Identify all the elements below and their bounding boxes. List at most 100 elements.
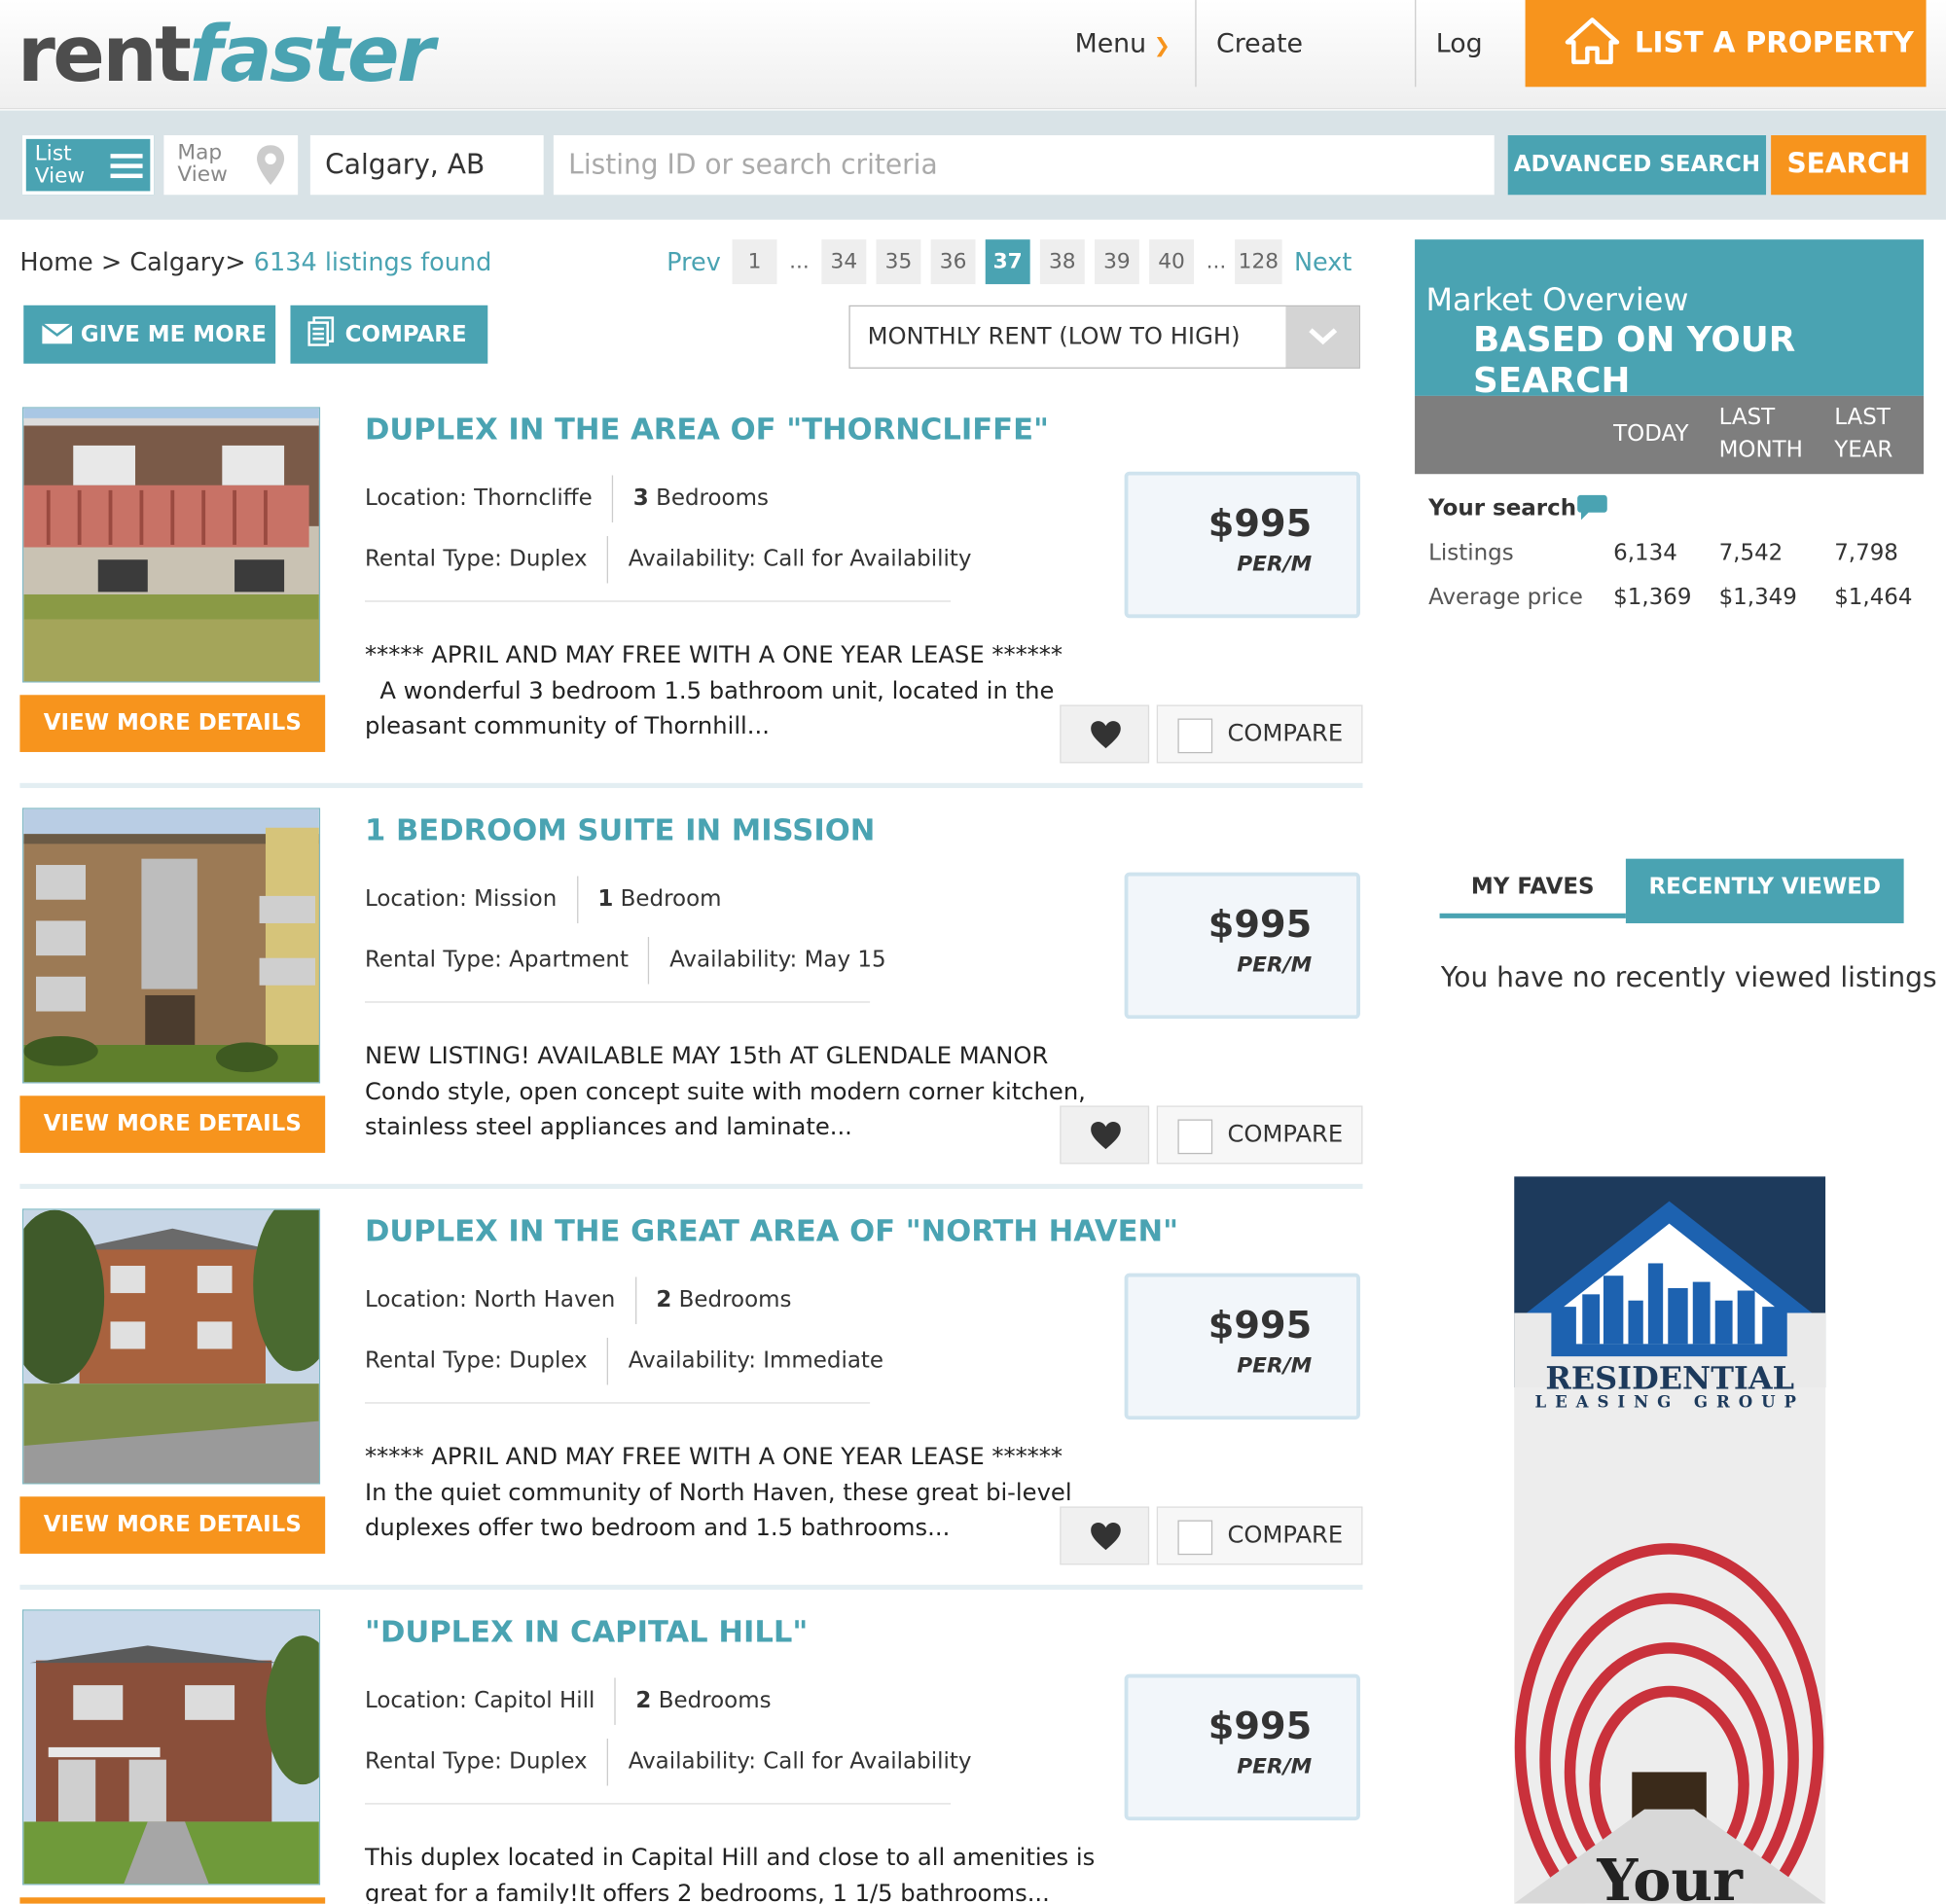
description-line: duplexes offer two bedroom and 1.5 bathr… (364, 1514, 951, 1542)
price-box: $995 PER/M (1124, 1273, 1360, 1420)
availability-label: Availability: (628, 1748, 756, 1775)
page-link[interactable]: 39 (1094, 239, 1139, 285)
login-link[interactable]: Log in (1416, 0, 1525, 145)
rental-type: Apartment (509, 947, 629, 973)
your-search-label: Your search (1428, 494, 1577, 521)
listing-photo[interactable] (21, 1609, 321, 1886)
ad-brand-sub: LEASING GROUP (1534, 1393, 1805, 1413)
market-overview-subtitle: BASED ON YOUR SEARCH (1473, 318, 1796, 401)
location-input[interactable] (309, 135, 544, 196)
market-columns-header: TODAY LAST MONTH LAST YEAR (1415, 395, 1925, 475)
average-price-last-month: $1,349 (1718, 584, 1797, 611)
listing-card: "DUPLEX IN CAPITAL HILL" Location: Capit… (19, 1609, 1362, 1904)
document-icon (307, 316, 335, 346)
compare-label: COMPARE (1227, 1120, 1344, 1148)
search-criteria-input[interactable] (553, 135, 1495, 196)
listing-photo[interactable] (21, 407, 321, 683)
compare-selected-button[interactable]: COMPARE (290, 305, 488, 364)
map-view-toggle[interactable]: Map View (163, 135, 299, 196)
favorite-button[interactable] (1060, 1506, 1150, 1565)
listing-location: Mission (474, 885, 558, 913)
page-link[interactable]: 40 (1149, 239, 1195, 285)
listing-location: North Haven (474, 1286, 616, 1313)
price-period: PER/M (1237, 952, 1313, 979)
description-line: pleasant community of Thornhill... (364, 712, 770, 740)
checkbox-icon[interactable] (1177, 1520, 1213, 1556)
listing-card: VIEW MORE DETAILS DUPLEX IN THE AREA OF … (19, 407, 1363, 791)
market-overview: Market Overview BASED ON YOUR SEARCH TOD… (1415, 239, 1925, 475)
bedroom-count: 2 (656, 1286, 672, 1313)
listing-photo[interactable] (21, 808, 321, 1084)
breadcrumb-city[interactable]: Calgary (129, 247, 225, 277)
checkbox-icon[interactable] (1177, 1119, 1213, 1155)
view-more-details-button[interactable]: VIEW MORE DETAILS (19, 695, 326, 752)
give-me-more-button[interactable]: GIVE ME MORE (23, 305, 276, 364)
bedroom-label: Bedrooms (658, 1687, 772, 1714)
page-link[interactable]: 38 (1039, 239, 1085, 285)
view-more-details-button[interactable]: VIEW MORE DETAILS (19, 1496, 326, 1554)
page-link-current[interactable]: 37 (985, 239, 1030, 285)
average-price-last-year: $1,464 (1834, 584, 1913, 611)
compare-label: COMPARE (1227, 1521, 1344, 1549)
rental-type-label: Rental Type: (364, 546, 502, 573)
tab-my-faves[interactable]: MY FAVES (1439, 859, 1626, 918)
bedroom-count: 3 (632, 485, 649, 512)
compare-toggle[interactable]: COMPARE (1156, 1105, 1363, 1165)
pagination-ellipsis: ... (1206, 249, 1227, 274)
list-view-toggle[interactable]: List View (21, 135, 155, 196)
listings-label: Listings (1428, 539, 1514, 566)
location-label: Location: (364, 885, 467, 913)
listing-description: ***** APRIL AND MAY FREE WITH A ONE YEAR… (365, 638, 1098, 744)
logo-text-rent: rent (17, 8, 192, 100)
listing-location: Capitol Hill (474, 1687, 595, 1714)
checkbox-icon[interactable] (1177, 718, 1213, 754)
rental-type: Duplex (509, 1748, 588, 1775)
search-button[interactable]: SEARCH (1771, 135, 1927, 196)
tab-recently-viewed[interactable]: RECENTLY VIEWED (1625, 858, 1904, 923)
page-link-first[interactable]: 1 (732, 239, 777, 285)
listings-last-month: 7,542 (1718, 539, 1784, 566)
bedroom-count: 2 (635, 1687, 652, 1714)
rental-type-label: Rental Type: (364, 1347, 502, 1374)
menu-button[interactable]: Menu ❯ (1055, 0, 1197, 88)
breadcrumb-home[interactable]: Home (19, 247, 92, 277)
favorite-button[interactable] (1060, 704, 1150, 764)
favorite-button[interactable] (1060, 1105, 1150, 1165)
view-more-details-button[interactable]: VIEW MORE DETAILS (19, 1096, 326, 1153)
listing-price: $995 (1207, 1705, 1313, 1749)
list-property-button[interactable]: LIST A PROPERTY (1525, 0, 1927, 88)
map-pin-icon (257, 145, 285, 186)
breadcrumb-separator: > (225, 246, 246, 277)
listing-info-row: Location: Thorncliffe 3 Bedrooms (365, 474, 769, 523)
sort-dropdown[interactable]: MONTHLY RENT (LOW TO HIGH) (848, 305, 1360, 369)
listings-last-year: 7,798 (1834, 539, 1898, 566)
listings-today: 6,134 (1613, 539, 1677, 566)
page-link[interactable]: 36 (930, 239, 976, 285)
rentfaster-logo[interactable]: rentfaster (17, 8, 435, 100)
listing-card: VIEW MORE DETAILS 1 BEDROOM SUITE IN MIS… (19, 808, 1363, 1192)
listing-title[interactable]: DUPLEX IN THE GREAT AREA OF "NORTH HAVEN… (365, 1213, 1178, 1248)
bedroom-count: 1 (597, 885, 614, 913)
house-icon (1565, 18, 1620, 65)
page-link[interactable]: 35 (876, 239, 921, 285)
col-last-year-line2: YEAR (1834, 436, 1893, 463)
create-account-link[interactable]: Create Account (1197, 0, 1417, 145)
compare-toggle[interactable]: COMPARE (1156, 704, 1363, 764)
advertisement-banner[interactable]: RESIDENTIAL LEASING GROUP Your (1514, 1176, 1826, 1904)
listing-title[interactable]: 1 BEDROOM SUITE IN MISSION (365, 812, 875, 847)
prev-page-link[interactable]: Prev (667, 239, 721, 284)
page-link-last[interactable]: 128 (1235, 239, 1282, 285)
listing-info-row: Location: North Haven 2 Bedrooms (365, 1275, 791, 1325)
advanced-search-button[interactable]: ADVANCED SEARCH (1507, 135, 1767, 196)
next-page-link[interactable]: Next (1291, 239, 1355, 284)
ad-brand-name: RESIDENTIAL (1545, 1359, 1795, 1396)
chat-bubble-icon (1577, 494, 1607, 521)
description-line: Condo style, open concept suite with mod… (364, 1077, 1086, 1105)
bedroom-label: Bedrooms (678, 1286, 792, 1313)
page-link[interactable]: 34 (821, 239, 867, 285)
description-line: NEW LISTING! AVAILABLE MAY 15th AT GLEND… (364, 1042, 1049, 1070)
listing-photo[interactable] (21, 1208, 321, 1485)
listing-title[interactable]: DUPLEX IN THE AREA OF "THORNCLIFFE" (365, 412, 1049, 447)
compare-toggle[interactable]: COMPARE (1156, 1506, 1363, 1565)
listing-title[interactable]: "DUPLEX IN CAPITAL HILL" (365, 1614, 808, 1649)
